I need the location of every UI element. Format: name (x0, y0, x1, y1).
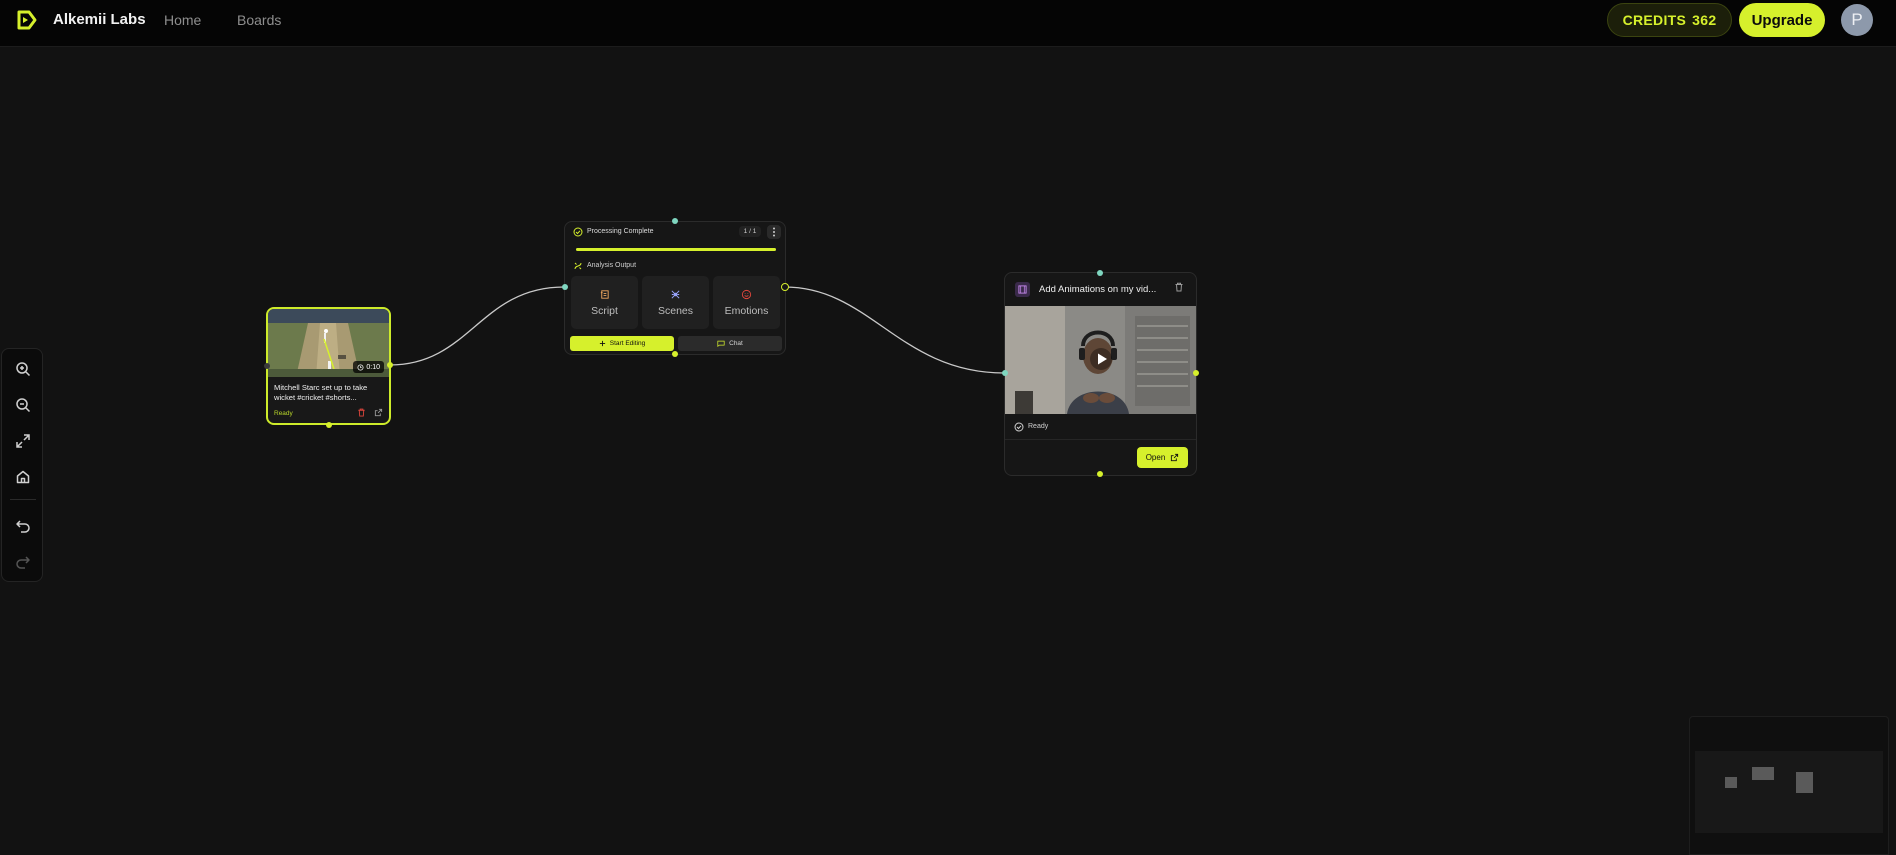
home-icon[interactable] (12, 466, 34, 488)
plus-icon (599, 340, 605, 347)
credits-label: CREDITS (1622, 12, 1687, 28)
processing-title: Processing Complete (587, 228, 654, 235)
output-node-top-handle[interactable] (1097, 270, 1103, 276)
zoom-in-icon[interactable] (12, 358, 34, 380)
script-tile-label: Script (591, 305, 618, 317)
minimap[interactable] (1689, 716, 1889, 855)
output-node-right-handle[interactable] (1193, 370, 1199, 376)
start-editing-label: Start Editing (609, 340, 646, 347)
script-tile[interactable]: Script (571, 276, 638, 329)
brand-name[interactable]: Alkemii Labs (53, 11, 146, 28)
film-icon (1015, 282, 1030, 297)
start-editing-button[interactable]: Start Editing (570, 336, 674, 351)
fit-view-icon[interactable] (12, 430, 34, 452)
duration-text: 0:10 (366, 363, 380, 371)
edge-processing-to-output (784, 286, 1005, 374)
video-node-bottom-handle[interactable] (326, 422, 332, 428)
minimap-node-video (1725, 777, 1737, 788)
nav-boards-link[interactable]: Boards (237, 12, 281, 28)
redo-icon[interactable] (12, 551, 34, 573)
minimap-viewport[interactable] (1695, 751, 1883, 833)
edge-video-to-processing (389, 286, 565, 366)
nav-home-link[interactable]: Home (164, 12, 201, 28)
scenes-tile-label: Scenes (657, 305, 694, 317)
avatar[interactable]: P (1841, 4, 1873, 36)
external-link-icon (1171, 453, 1179, 462)
duration-badge: 0:10 (353, 361, 384, 373)
output-divider (1005, 439, 1196, 440)
check-circle-icon (573, 227, 583, 237)
video-status: Ready (274, 410, 293, 417)
chat-icon (717, 340, 725, 347)
play-icon[interactable] (1089, 347, 1113, 371)
output-video-node[interactable]: Add Animations on my vid... Ready Open (1004, 272, 1197, 476)
clock-icon (357, 364, 364, 370)
more-menu-button[interactable] (767, 225, 781, 239)
minimap-node-processing (1752, 767, 1774, 780)
processing-node-left-handle[interactable] (562, 284, 568, 290)
emotions-tile-label: Emotions (724, 305, 769, 317)
open-label: Open (1145, 453, 1166, 462)
processing-node-bottom-handle[interactable] (672, 351, 678, 357)
alkemii-logo-icon[interactable] (17, 10, 37, 30)
more-vertical-icon (773, 227, 775, 237)
trash-icon[interactable] (1174, 282, 1184, 292)
processing-node-top-handle[interactable] (672, 218, 678, 224)
video-node-right-handle[interactable] (387, 362, 393, 368)
toolbar-divider (10, 499, 36, 500)
progress-bar (576, 248, 776, 251)
video-node-left-handle[interactable] (264, 363, 270, 369)
trash-icon[interactable] (357, 408, 366, 417)
output-node-left-handle[interactable] (1002, 370, 1008, 376)
credits-badge[interactable]: CREDITS 362 (1607, 3, 1732, 37)
script-icon (600, 290, 609, 299)
processing-node[interactable]: Processing Complete 1 / 1 Analysis Outpu… (564, 221, 786, 355)
chat-label: Chat (729, 340, 743, 347)
scenes-icon (671, 290, 680, 299)
processing-count: 1 / 1 (739, 226, 761, 237)
processing-node-right-handle[interactable] (781, 283, 789, 291)
connection-edges (389, 286, 1005, 374)
minimap-node-output (1796, 772, 1813, 793)
smile-icon (741, 289, 752, 300)
output-status: Ready (1028, 423, 1049, 430)
output-node-bottom-handle[interactable] (1097, 471, 1103, 477)
canvas-toolbar (1, 348, 43, 582)
source-video-node[interactable]: 0:10 Mitchell Starc set up to take wicke… (266, 307, 391, 425)
analysis-output-label: Analysis Output (587, 262, 637, 269)
upgrade-button[interactable]: Upgrade (1739, 3, 1825, 37)
external-link-icon[interactable] (374, 408, 383, 417)
undo-icon[interactable] (12, 515, 34, 537)
scenes-tile[interactable]: Scenes (642, 276, 709, 329)
credits-value: 362 (1692, 12, 1717, 28)
output-title: Add Animations on my vid... (1039, 284, 1157, 295)
analysis-icon (574, 262, 582, 270)
emotions-tile[interactable]: Emotions (713, 276, 780, 329)
top-bar: Alkemii Labs Home Boards CREDITS 362 Upg… (0, 0, 1896, 47)
video-title: Mitchell Starc set up to take wicket #cr… (274, 383, 368, 402)
progress-bar-fill (576, 248, 776, 251)
check-circle-icon (1014, 422, 1024, 432)
chat-button[interactable]: Chat (678, 336, 782, 351)
open-button[interactable]: Open (1137, 447, 1188, 468)
zoom-out-icon[interactable] (12, 394, 34, 416)
